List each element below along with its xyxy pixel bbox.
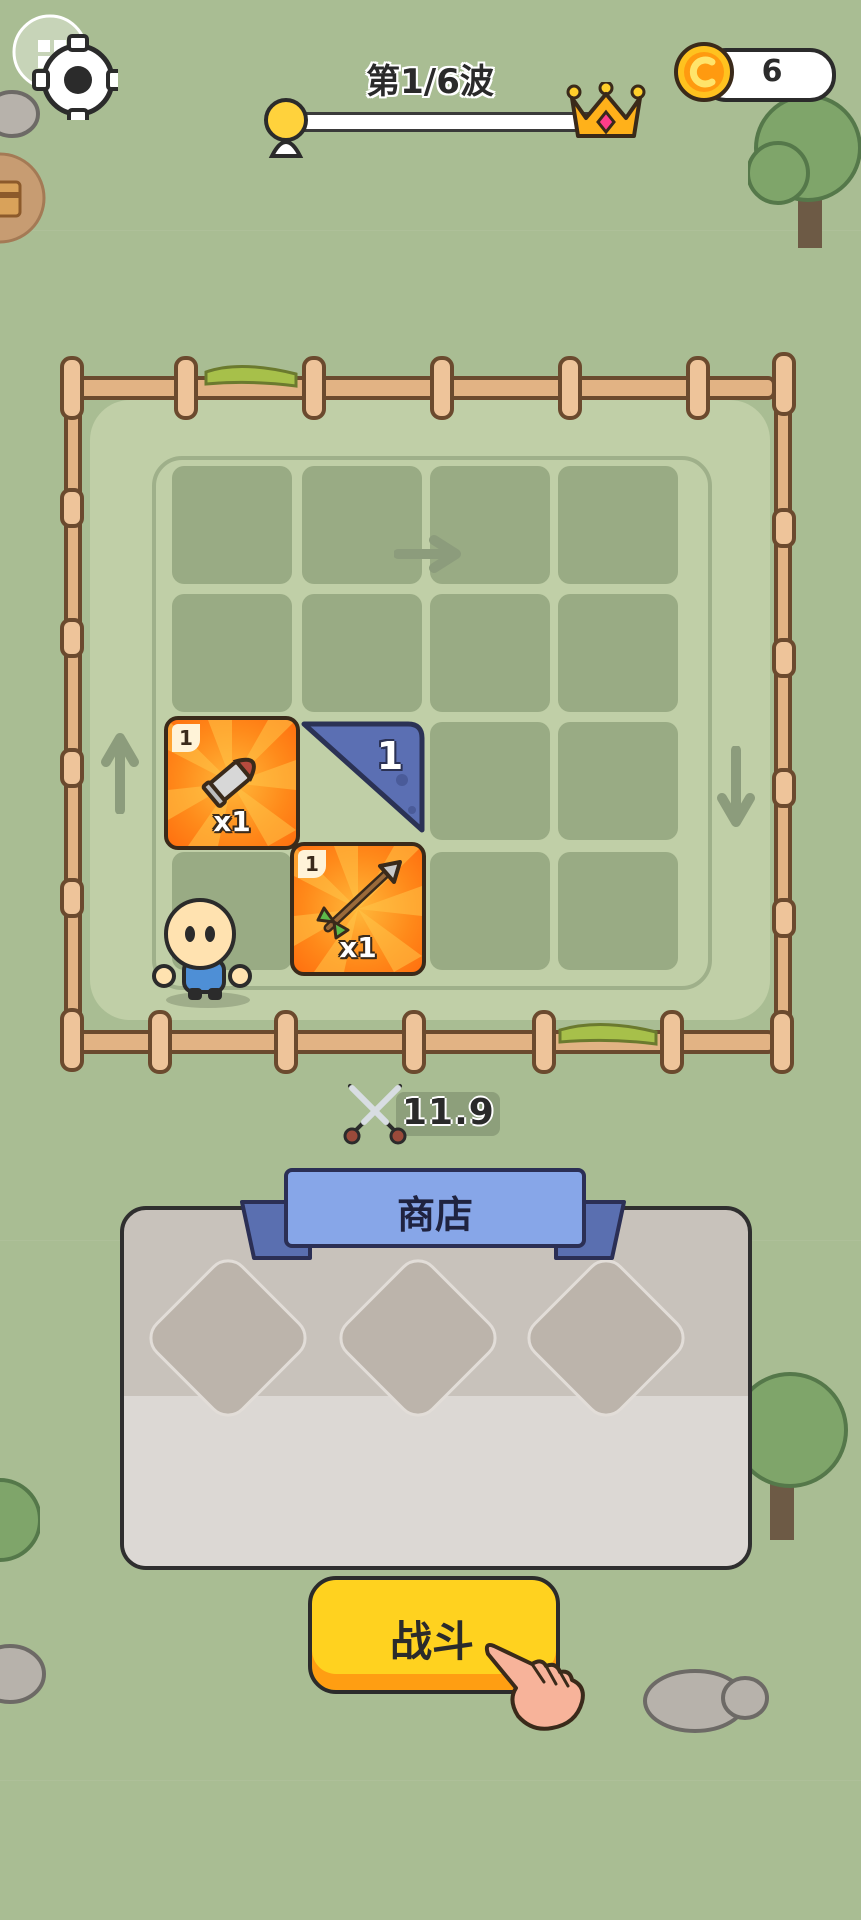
arrow-icon: [316, 860, 402, 940]
expansion-slot-number: 1: [376, 734, 404, 778]
item-card-bullet[interactable]: 1 x1: [164, 716, 300, 850]
item-quantity: x1: [339, 931, 377, 964]
item-quantity: x1: [213, 805, 251, 838]
bullet-icon: [201, 757, 256, 808]
item-card-arrow[interactable]: 1 x1: [290, 842, 426, 976]
tree-decoration: [748, 94, 861, 248]
shop-title: 商店: [396, 1193, 473, 1237]
wave-progress-bar: [290, 112, 596, 132]
crown-icon: [566, 82, 646, 138]
attack-power: 11.9: [402, 1092, 495, 1133]
chest-icon[interactable]: [0, 152, 48, 244]
coin-count: 6: [761, 54, 783, 89]
shop-panel-lower: [124, 1396, 748, 1566]
gear-icon[interactable]: [10, 10, 118, 120]
rock-decoration: [0, 1644, 46, 1704]
hero-character[interactable]: [150, 896, 254, 1008]
swords-icon: [343, 1084, 407, 1145]
player-marker-icon: [264, 98, 308, 158]
shop-panel: [120, 1206, 752, 1570]
tree-decoration: [0, 1478, 40, 1562]
rock-decoration: [643, 1669, 769, 1733]
wave-label: 第1/6波: [366, 62, 494, 102]
pointing-hand-icon: [484, 1643, 585, 1731]
coin-icon: [674, 42, 734, 102]
